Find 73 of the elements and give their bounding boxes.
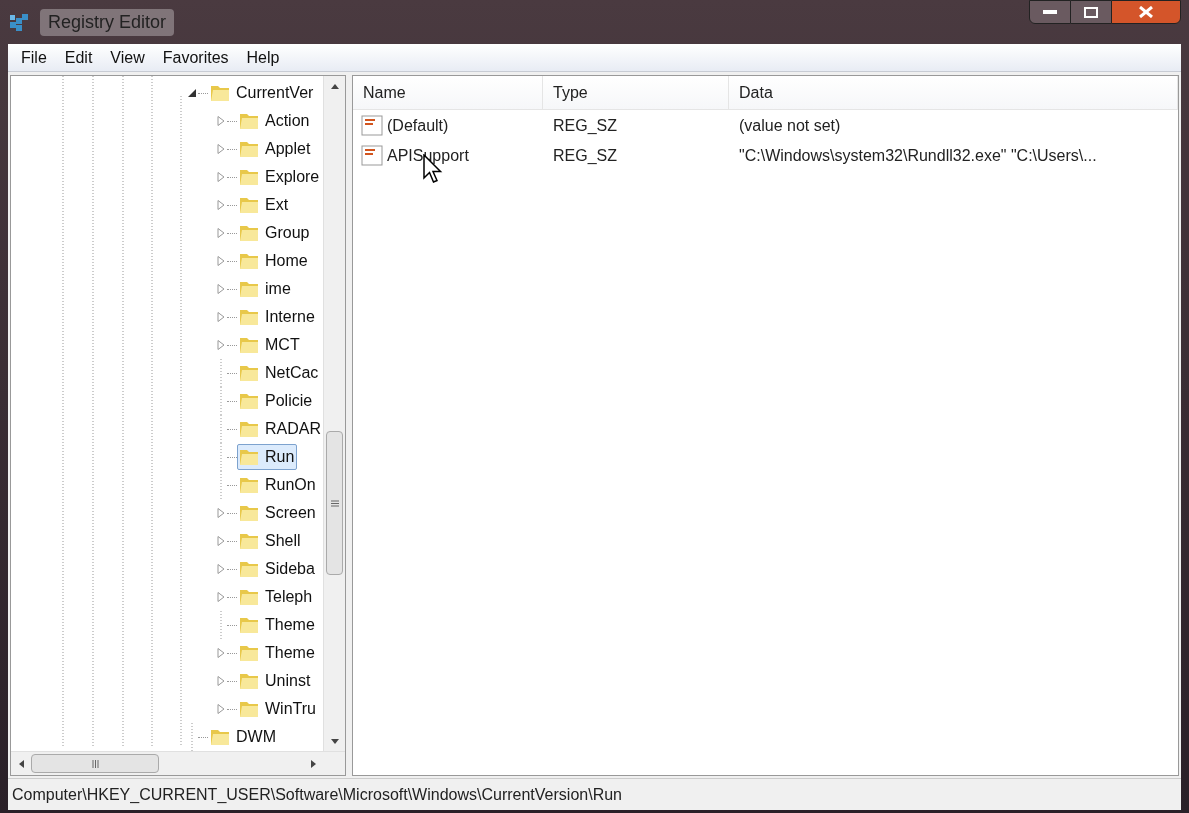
menu-item[interactable]: Favorites: [153, 45, 238, 70]
tree-item[interactable]: NetCac: [237, 360, 322, 386]
collapsed-arrow-icon[interactable]: [216, 284, 226, 294]
collapsed-arrow-icon[interactable]: [216, 536, 226, 546]
tree-item[interactable]: Policie: [237, 388, 316, 414]
maximize-button[interactable]: [1071, 0, 1111, 24]
tree-item[interactable]: CurrentVer: [208, 80, 317, 106]
close-button[interactable]: [1111, 0, 1181, 24]
column-header[interactable]: Type: [543, 76, 729, 109]
menu-item[interactable]: File: [12, 45, 56, 70]
value-name[interactable]: APISupport: [387, 144, 469, 168]
tree-item[interactable]: RunOn: [237, 472, 319, 498]
collapsed-arrow-icon[interactable]: [216, 592, 226, 602]
maximize-icon: [1084, 6, 1098, 18]
tree-item[interactable]: Shell: [237, 528, 304, 554]
menu-item[interactable]: View: [101, 45, 154, 70]
value-type: REG_SZ: [552, 146, 618, 166]
tree-item[interactable]: MCT: [237, 332, 303, 358]
collapsed-arrow-icon[interactable]: [216, 648, 226, 658]
tree-item[interactable]: Uninst: [237, 668, 314, 694]
scrollbar-thumb[interactable]: [326, 431, 343, 575]
menu-item[interactable]: Help: [237, 45, 289, 70]
column-header[interactable]: Name: [353, 76, 543, 109]
column-header[interactable]: Data: [729, 76, 1178, 109]
collapsed-arrow-icon[interactable]: [216, 676, 226, 686]
collapsed-arrow-icon[interactable]: [216, 144, 226, 154]
value-type: REG_SZ: [552, 116, 618, 136]
value-data: "C:\Windows\system32\Rundll32.exe" "C:\Users\...: [738, 146, 1098, 166]
tree-item[interactable]: Screen: [237, 500, 319, 526]
tree-item[interactable]: Group: [237, 220, 313, 246]
grip-icon: [330, 499, 339, 507]
expanded-arrow-icon[interactable]: [187, 88, 197, 98]
right-arrow-icon: [310, 759, 316, 768]
value-name[interactable]: (Default): [387, 114, 449, 138]
window-title: Registry Editor: [40, 8, 175, 36]
tree-item[interactable]: Ext: [237, 192, 292, 218]
collapsed-arrow-icon[interactable]: [216, 704, 226, 714]
string-value-icon: [361, 145, 385, 167]
tree-item[interactable]: Run: [237, 444, 298, 470]
collapsed-arrow-icon[interactable]: [216, 340, 226, 350]
status-bar: Computer\HKEY_CURRENT_USER\Software\Microsoft\Windows\CurrentVersion\Run: [8, 778, 1181, 810]
tree-item[interactable]: Interne: [237, 304, 318, 330]
tree-item[interactable]: DWM: [208, 724, 279, 750]
tree-item[interactable]: RADAR: [237, 416, 323, 442]
left-arrow-icon: [18, 759, 24, 768]
tree-item[interactable]: Sideba: [237, 556, 318, 582]
down-arrow-icon: [330, 738, 339, 744]
collapsed-arrow-icon[interactable]: [216, 256, 226, 266]
collapsed-arrow-icon[interactable]: [216, 172, 226, 182]
value-data: (value not set): [738, 116, 842, 136]
string-value-icon: [361, 115, 385, 137]
tree-item[interactable]: Action: [237, 108, 313, 134]
tree-item[interactable]: WinTru: [237, 696, 319, 722]
collapsed-arrow-icon[interactable]: [216, 228, 226, 238]
grip-icon: [91, 759, 99, 768]
collapsed-arrow-icon[interactable]: [216, 508, 226, 518]
tree-item[interactable]: Applet: [237, 136, 314, 162]
tree-item[interactable]: Theme: [237, 640, 318, 666]
minimize-button[interactable]: [1029, 0, 1071, 24]
horizontal-scrollbar-thumb[interactable]: [31, 754, 159, 773]
menu-item[interactable]: Edit: [55, 45, 102, 70]
collapsed-arrow-icon[interactable]: [216, 116, 226, 126]
tree-item[interactable]: Explore: [237, 164, 323, 190]
up-arrow-icon: [330, 83, 339, 89]
collapsed-arrow-icon[interactable]: [216, 200, 226, 210]
tree-item[interactable]: Teleph: [237, 584, 316, 610]
tree-item[interactable]: Theme: [237, 612, 318, 638]
collapsed-arrow-icon[interactable]: [216, 564, 226, 574]
minimize-icon: [1043, 10, 1057, 14]
tree-item[interactable]: ime: [237, 276, 294, 302]
collapsed-arrow-icon[interactable]: [216, 312, 226, 322]
tree-item[interactable]: Home: [237, 248, 311, 274]
close-icon: [1139, 6, 1153, 18]
